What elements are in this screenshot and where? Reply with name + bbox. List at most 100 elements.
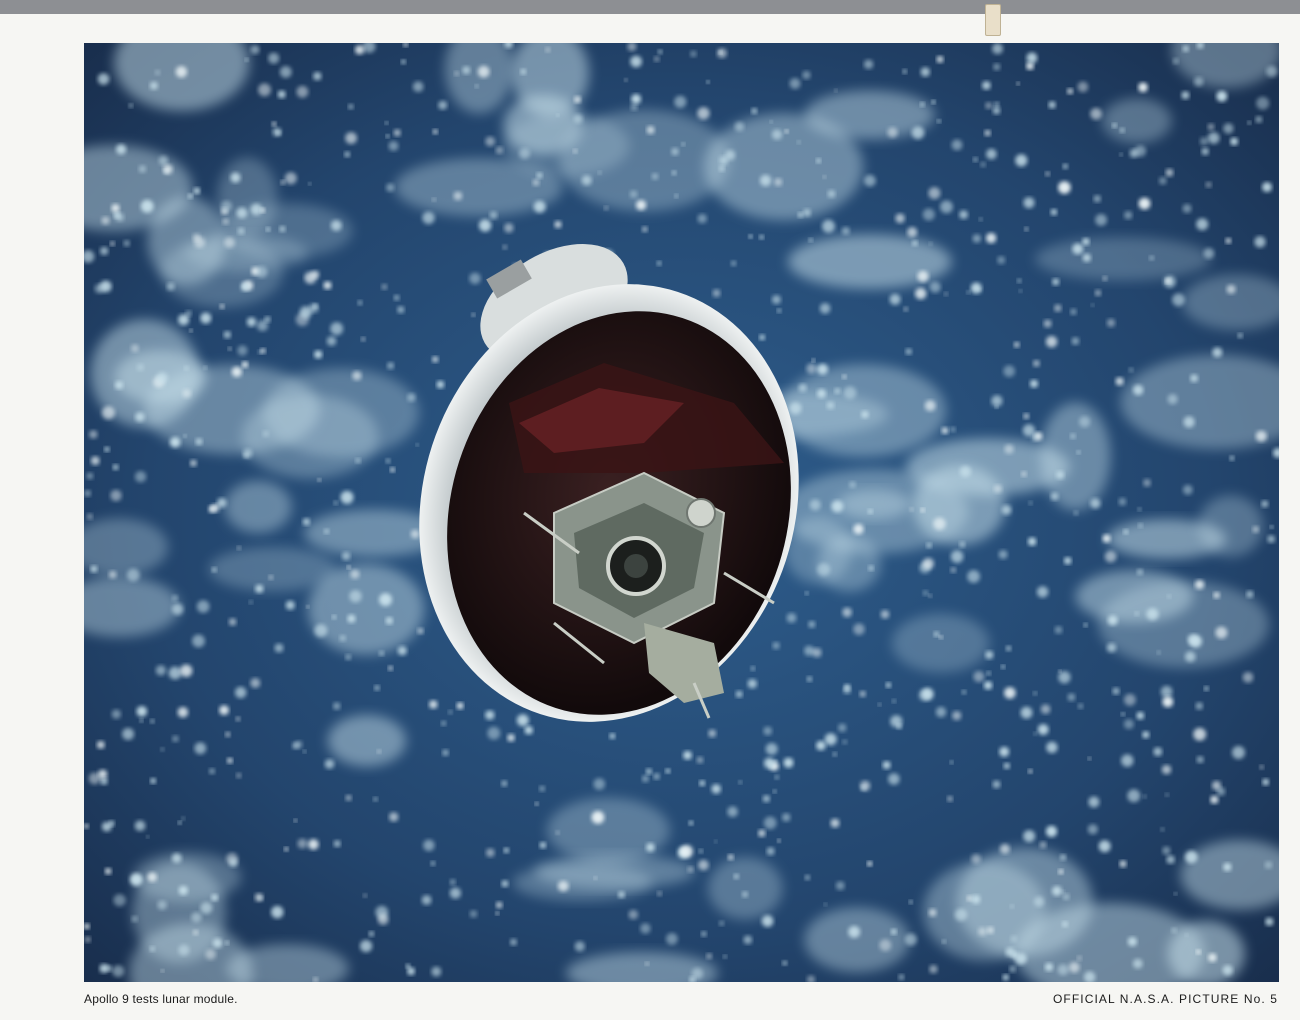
cloud-puff [1083,623,1088,627]
cloud-puff [245,58,249,62]
cloud-puff [1039,841,1047,849]
cloud-puff [1161,764,1172,775]
cloud-puff [911,126,925,140]
cloud-puff [160,747,165,752]
cloud-puff [977,288,982,292]
cloud-mass [892,613,990,673]
cloud-puff [182,389,192,398]
cloud-puff [128,103,133,108]
cloud-puff [1102,534,1111,543]
cloud-puff [1196,218,1209,231]
cloud-puff [1223,862,1232,872]
cloud-puff [1026,62,1034,70]
cloud-puff [936,55,944,63]
cloud-puff [926,542,932,548]
cloud-mass [804,907,910,973]
cloud-puff [1058,869,1064,875]
cloud-puff [718,165,725,172]
cloud-puff [200,902,213,914]
cloud-puff [834,388,841,394]
cloud-puff [1128,367,1134,373]
cloud-puff [985,232,997,244]
cloud-puff [1174,892,1177,896]
cloud-puff [231,366,242,377]
cloud-puff [1264,861,1273,869]
cloud-puff [147,872,157,882]
cloud-puff [532,179,540,186]
cloud-puff [178,885,188,896]
cloud-puff [323,281,332,290]
cloud-puff [591,811,605,824]
cloud-puff [771,129,783,140]
cloud-puff [1267,535,1275,543]
cloud-puff [279,225,286,233]
cloud-puff [219,304,225,309]
cloud-puff [258,83,271,97]
cloud-puff [1149,255,1155,261]
cloud-puff [920,67,930,77]
cloud-puff [209,768,215,775]
cloud-puff [805,591,809,595]
cloud-puff [302,518,310,526]
cloud-puff [1201,147,1209,156]
cloud-puff [656,261,662,266]
cloud-puff [191,912,202,923]
cloud-puff [826,401,835,410]
cloud-puff [1028,769,1033,774]
cloud-puff [763,726,772,736]
cloud-puff [1044,962,1054,972]
cloud-puff [1262,182,1272,193]
cloud-puff [1090,108,1102,120]
cloud-puff [653,56,660,62]
cloud-puff [317,478,321,482]
cloud-puff [1223,123,1234,134]
cloud-puff [859,690,866,698]
cloud-puff [1162,696,1174,708]
cloud-puff [1098,840,1111,853]
cloud-puff [1024,227,1029,232]
cloud-puff [556,113,560,117]
cloud-puff [687,866,694,873]
cloud-puff [984,129,991,137]
cloud-puff [1185,651,1196,662]
cloud-puff [699,780,706,787]
cloud-puff [225,731,231,738]
cloud-puff [1143,479,1151,487]
cloud-puff [1132,958,1143,969]
cloud-puff [503,847,509,853]
cloud-mass [923,861,1047,961]
cloud-puff [824,733,837,746]
cloud-puff [774,178,783,187]
cloud-puff [999,746,1010,757]
cloud-puff [181,816,185,821]
cloud-puff [959,210,968,220]
cloud-mass [327,714,407,767]
cloud-puff [1142,731,1150,739]
cloud-mass [837,489,911,520]
cloud-puff [772,789,777,794]
cloud-puff [843,684,851,691]
cloud-puff [487,726,501,740]
cloud-puff [863,59,874,69]
cloud-puff [748,234,753,239]
cloud-puff [212,938,223,948]
cloud-puff [950,550,964,563]
cloud-puff [1010,904,1014,909]
cloud-puff [495,146,504,154]
cloud-puff [1187,634,1198,645]
cloud-puff [268,575,274,580]
cloud-puff [868,565,874,571]
cloud-puff [104,446,110,452]
cloud-puff [172,735,179,743]
cloud-puff [345,654,352,660]
cloud-mass [1035,237,1212,281]
cloud-puff [431,966,442,977]
cloud-puff [1040,704,1051,714]
cloud-puff [1121,712,1125,716]
cloud-puff [603,205,609,211]
cloud-puff [657,891,662,897]
cloud-puff [690,50,697,58]
cloud-puff [879,939,892,952]
cloud-puff [1210,795,1219,804]
cloud-puff [389,812,399,822]
